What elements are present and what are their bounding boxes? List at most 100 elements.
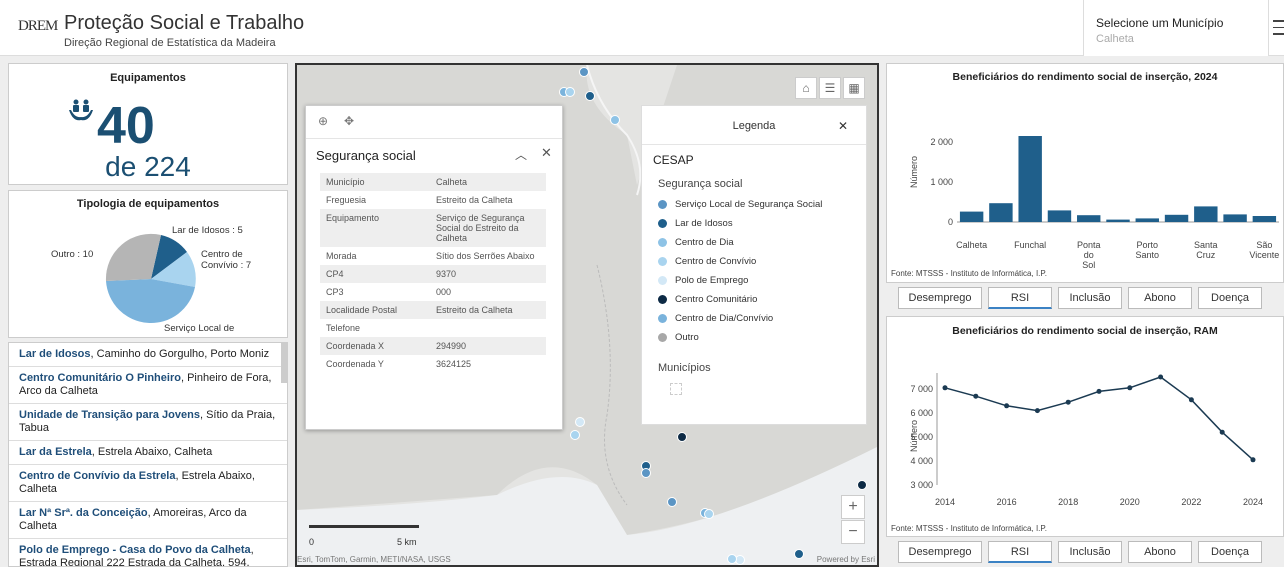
- chart1-bar[interactable]: [959, 211, 984, 222]
- chart1-bar[interactable]: [1194, 206, 1218, 222]
- zoom-in-icon[interactable]: +: [841, 495, 865, 519]
- chart2-point[interactable]: [1096, 388, 1102, 394]
- list-scrollbar[interactable]: [281, 343, 287, 383]
- chart2-point[interactable]: [1004, 403, 1010, 409]
- chart1-bar[interactable]: [1077, 215, 1101, 222]
- chart1-bar[interactable]: [1018, 136, 1042, 222]
- popup-field-value: 3624125: [436, 359, 472, 369]
- legend-symbol: [658, 237, 667, 247]
- collapse-icon[interactable]: ︿: [515, 146, 527, 163]
- scale-zero: 0: [309, 537, 315, 547]
- map-feature-marker[interactable]: [610, 115, 620, 125]
- popup-field-label: Equipamento: [326, 213, 380, 223]
- legend-symbol: [658, 313, 667, 323]
- map-feature-marker[interactable]: [579, 67, 589, 77]
- chart2-title: Beneficiários do rendimento social de in…: [952, 325, 1218, 337]
- chart2-point[interactable]: [1250, 457, 1256, 463]
- municipio-selector-label: Selecione um Município: [1096, 16, 1224, 30]
- tab-desemprego[interactable]: Desemprego: [898, 287, 982, 309]
- map-feature-marker[interactable]: [641, 468, 651, 478]
- legend-symbol: [658, 275, 667, 285]
- tab-rsi[interactable]: RSI: [988, 541, 1052, 563]
- map-feature-marker[interactable]: [794, 549, 804, 559]
- chart2-y-tick: 7 000: [910, 384, 933, 394]
- map-feature-marker[interactable]: [585, 91, 595, 101]
- map-feature-marker[interactable]: [727, 554, 737, 564]
- municipio-selector-value[interactable]: Calheta: [1096, 33, 1134, 45]
- list-item-address: , Estrela Abaixo, Calheta: [91, 446, 213, 458]
- home-icon[interactable]: ⌂: [795, 77, 817, 99]
- legend-panel: Legenda ✕ CESAP Segurança social Serviço…: [641, 105, 867, 425]
- legend-divider: [642, 144, 866, 145]
- chart2-point[interactable]: [1065, 399, 1071, 405]
- chart1-bar[interactable]: [1106, 219, 1130, 222]
- chart1-tabs: Desemprego RSI Inclusão Abono Doença: [898, 287, 1262, 309]
- powered-by-esri[interactable]: Powered by Esri: [817, 555, 875, 564]
- tipologia-pie[interactable]: [101, 229, 201, 329]
- chart1-svg[interactable]: 0 1 000 2 000 Número Calheta Funchal Ponta do So…: [887, 88, 1283, 268]
- legend-item-label: Lar de Idosos: [675, 218, 733, 229]
- map-feature-marker[interactable]: [704, 509, 714, 519]
- tab-inclusão[interactable]: Inclusão: [1058, 287, 1122, 309]
- chart2-svg[interactable]: 3 0004 0005 0006 0007 000Número2014 2016 2…: [887, 341, 1283, 521]
- map-feature-marker[interactable]: [565, 87, 575, 97]
- legend-close-icon[interactable]: ✕: [838, 119, 848, 133]
- legend-item-label: Serviço Local de Segurança Social: [675, 199, 823, 210]
- tab-rsi[interactable]: RSI: [988, 287, 1052, 309]
- tab-abono[interactable]: Abono: [1128, 541, 1192, 563]
- tab-doença[interactable]: Doença: [1198, 541, 1262, 563]
- chart1-title: Beneficiários do rendimento social de in…: [952, 71, 1218, 83]
- popup-field-label: Morada: [326, 251, 357, 261]
- tab-inclusão[interactable]: Inclusão: [1058, 541, 1122, 563]
- list-item[interactable]: Centro de Convívio da Estrela, Estrela A…: [9, 465, 287, 502]
- chart1-bar[interactable]: [989, 203, 1013, 222]
- chart1-bar[interactable]: [1164, 214, 1189, 222]
- pie-label-outro: Outro : 10: [51, 249, 94, 260]
- map-attribution[interactable]: Esri, TomTom, Garmin, METI/NASA, USGS: [297, 555, 451, 564]
- equipamentos-total: de 224: [105, 151, 191, 182]
- list-item[interactable]: Polo de Emprego - Casa do Povo da Calhet…: [9, 539, 287, 566]
- list-item[interactable]: Lar da Estrela, Estrela Abaixo, Calheta: [9, 441, 287, 465]
- list-item[interactable]: Centro Comunitário O Pinheiro, Pinheiro …: [9, 367, 287, 404]
- scale-label: 5 km: [397, 537, 417, 547]
- tab-desemprego[interactable]: Desemprego: [898, 541, 982, 563]
- chart-rsi-ram-panel: Beneficiários do rendimento social de in…: [886, 316, 1284, 537]
- list-item[interactable]: Unidade de Transição para Jovens, Sítio …: [9, 404, 287, 441]
- menu-icon[interactable]: [1273, 20, 1284, 40]
- tab-abono[interactable]: Abono: [1128, 287, 1192, 309]
- list-item[interactable]: Lar Nª Srª. da Conceição, Amoreiras, Arc…: [9, 502, 287, 539]
- chart1-bar[interactable]: [1047, 210, 1072, 222]
- pan-icon[interactable]: ✥: [344, 114, 354, 128]
- list-item-name: Centro Comunitário O Pinheiro: [19, 372, 181, 384]
- legend-list-icon[interactable]: ☰: [819, 77, 841, 99]
- zoom-out-icon[interactable]: −: [841, 520, 865, 544]
- chart1-bar[interactable]: [1252, 216, 1277, 222]
- app-title: Proteção Social e Trabalho: [64, 12, 305, 34]
- popup-row: Município Calheta: [320, 173, 546, 191]
- popup-field-label: CP4: [326, 269, 344, 279]
- map-feature-marker[interactable]: [857, 480, 867, 490]
- chart2-point[interactable]: [1158, 374, 1164, 380]
- chart2-point[interactable]: [1127, 385, 1133, 391]
- chart2-point[interactable]: [1034, 408, 1040, 414]
- map-feature-marker[interactable]: [570, 430, 580, 440]
- chart1-bar[interactable]: [1135, 218, 1159, 222]
- map-feature-marker[interactable]: [575, 417, 585, 427]
- close-icon[interactable]: ✕: [541, 145, 552, 161]
- chart2-point[interactable]: [1188, 397, 1194, 403]
- list-item[interactable]: Lar de Idosos, Caminho do Gorgulho, Port…: [9, 343, 287, 367]
- map-feature-marker[interactable]: [667, 497, 677, 507]
- popup-field-value: [430, 319, 546, 337]
- tipologia-title: Tipologia de equipamentos: [76, 198, 220, 210]
- basemap-gallery-icon[interactable]: ▦: [843, 77, 865, 99]
- chart2-point[interactable]: [942, 385, 948, 391]
- chart2-point[interactable]: [973, 393, 979, 399]
- zoom-to-icon[interactable]: ⊕: [318, 114, 328, 128]
- map-feature-marker[interactable]: [677, 432, 687, 442]
- chart2-point[interactable]: [1219, 429, 1225, 435]
- legend-item: Serviço Local de Segurança Social: [658, 199, 822, 210]
- chart1-bar[interactable]: [1223, 214, 1247, 222]
- popup-row: Localidade Postal Estreito da Calheta: [320, 301, 546, 319]
- tab-doença[interactable]: Doença: [1198, 287, 1262, 309]
- municipio-selector[interactable]: Selecione um Município Calheta: [1083, 0, 1269, 56]
